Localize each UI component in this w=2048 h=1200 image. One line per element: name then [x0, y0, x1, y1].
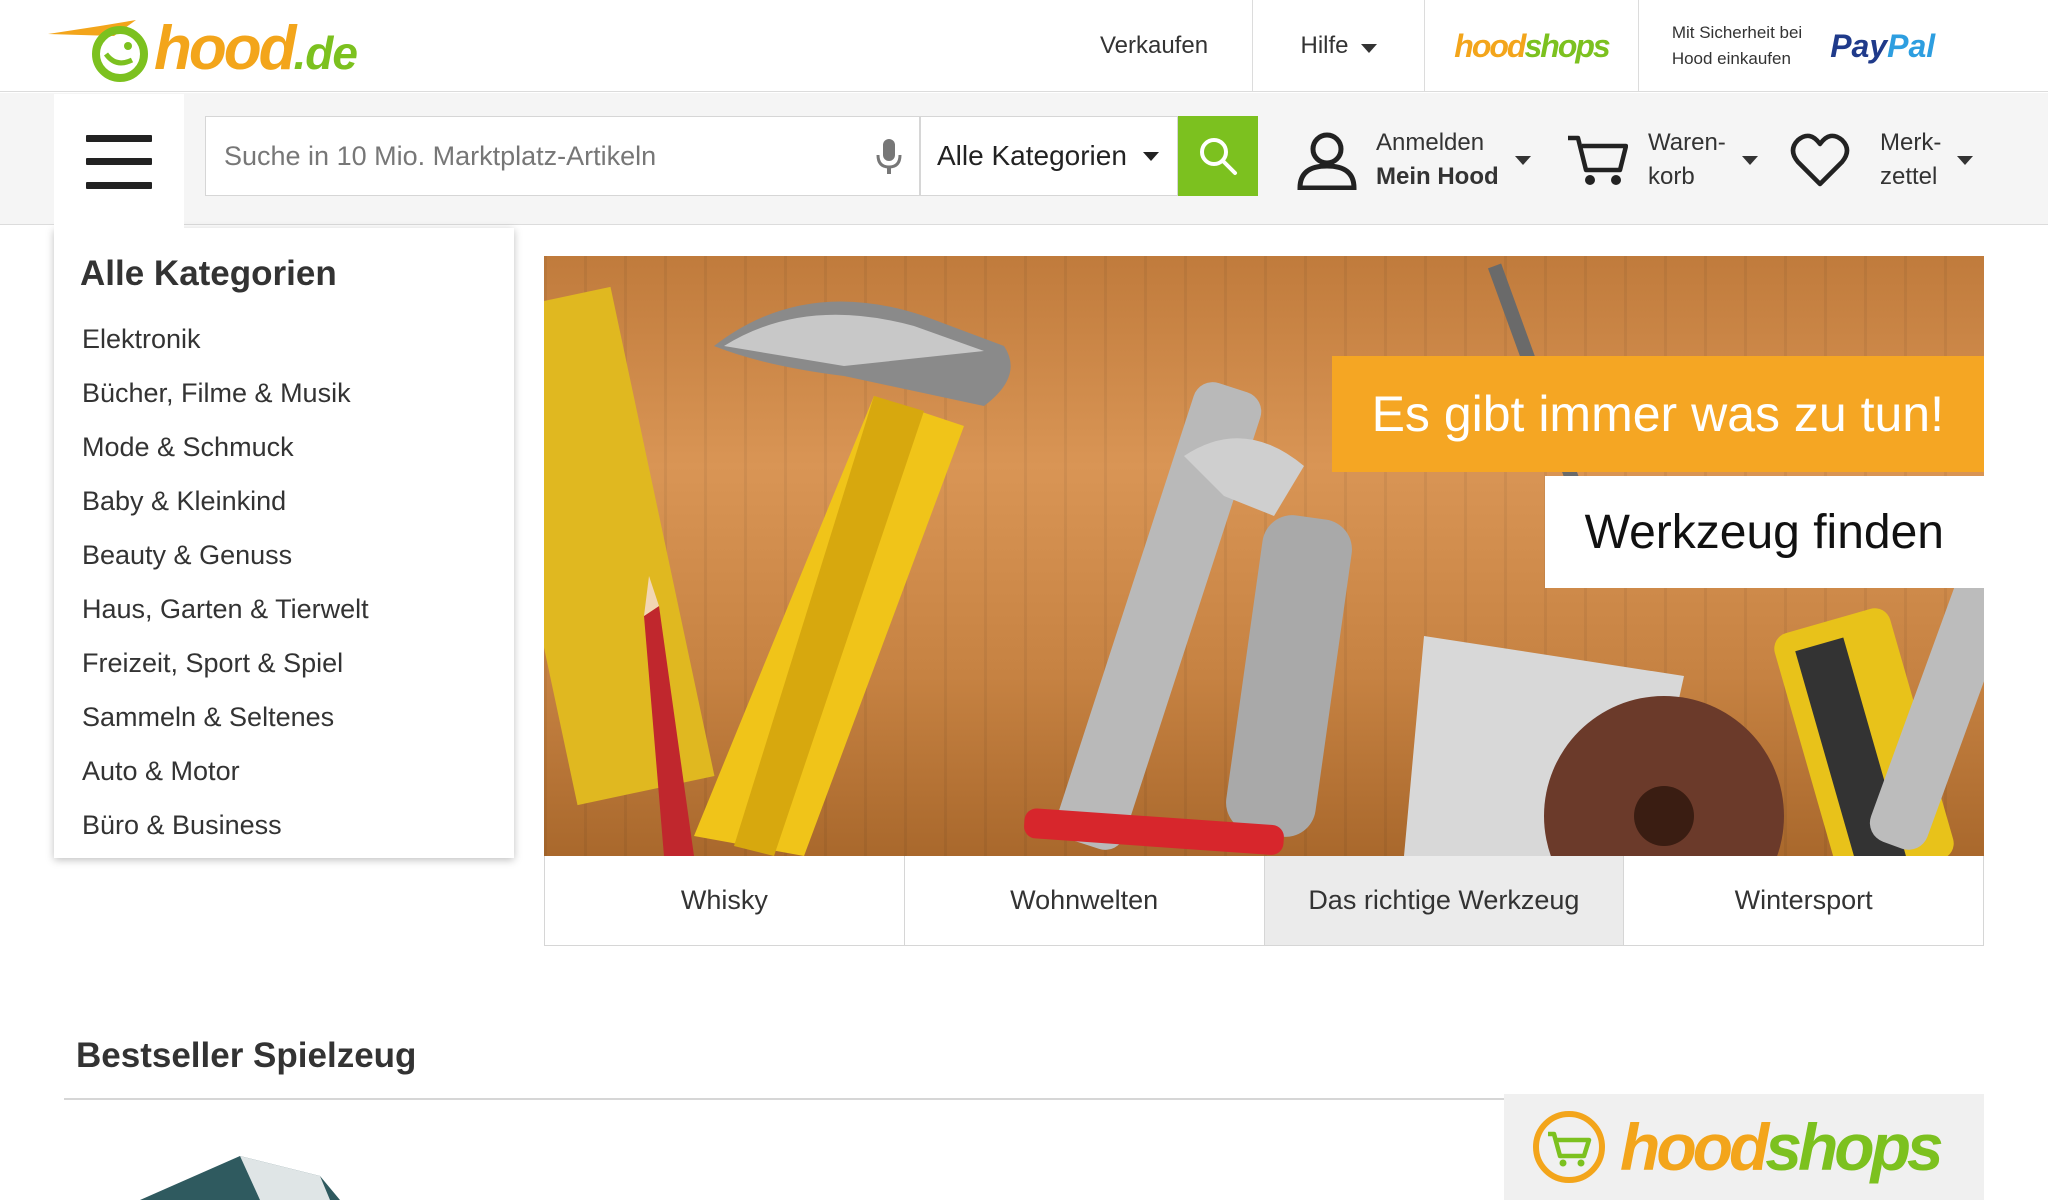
category-item[interactable]: Auto & Motor — [82, 756, 369, 810]
section-title: Bestseller Spielzeug — [76, 1036, 417, 1075]
category-list: Elektronik Bücher, Filme & Musik Mode & … — [82, 324, 369, 864]
hoodshops-logo: hoodshops — [1454, 27, 1610, 64]
category-panel-title: Alle Kategorien — [80, 254, 337, 293]
hero-headline: Es gibt immer was zu tun! — [1331, 356, 1984, 472]
category-select[interactable]: Alle Kategorien — [920, 116, 1178, 196]
section-divider — [64, 1098, 1504, 1100]
category-item[interactable]: Elektronik — [82, 324, 369, 378]
search-icon — [1200, 138, 1237, 175]
logo-wordmark: hood.de — [154, 14, 358, 83]
wishlist-label-line2: zettel — [1880, 163, 1938, 190]
product-image[interactable] — [140, 1156, 340, 1200]
category-item[interactable]: Beauty & Genuss — [82, 540, 369, 594]
tab-whisky[interactable]: Whisky — [545, 856, 905, 945]
top-header: hood.de Verkaufen Hilfe hoodshops Mit Si… — [0, 0, 2048, 92]
hero-banner[interactable]: Es gibt immer was zu tun! Werkzeug finde… — [544, 256, 1984, 856]
hood-mascot-icon — [48, 20, 148, 82]
category-item[interactable]: Sammeln & Seltenes — [82, 702, 369, 756]
cart-label-line2: korb — [1648, 163, 1695, 190]
search-input[interactable] — [224, 117, 844, 195]
wishlist-label-line1: Merk- — [1880, 129, 1942, 156]
cart-label-line1: Waren- — [1648, 129, 1726, 156]
category-item[interactable]: Haus, Garten & Tierwelt — [82, 594, 369, 648]
cart-icon — [1568, 135, 1628, 185]
tab-wohnwelten[interactable]: Wohnwelten — [905, 856, 1265, 945]
heart-icon — [1790, 133, 1850, 187]
wishlist-menu[interactable]: Merk- zettel — [1790, 116, 1974, 204]
menu-button[interactable] — [54, 94, 184, 229]
search-box — [205, 116, 920, 196]
user-icon — [1297, 132, 1357, 190]
sell-link-label: Verkaufen — [1099, 32, 1209, 59]
hero-cta[interactable]: Werkzeug finden — [1544, 476, 1984, 588]
category-dropdown: Alle Kategorien Elektronik Bücher, Filme… — [54, 228, 514, 858]
category-item[interactable]: Freizeit, Sport & Spiel — [82, 648, 369, 702]
hero-tabs: Whisky Wohnwelten Das richtige Werkzeug … — [544, 856, 1984, 946]
paypal-logo: PayPal — [1830, 27, 1936, 64]
tab-wintersport[interactable]: Wintersport — [1624, 856, 1983, 945]
cart-menu[interactable]: Waren- korb — [1566, 116, 1758, 204]
chevron-down-icon — [1142, 151, 1159, 161]
hamburger-icon — [86, 134, 152, 189]
paypal-line1: Mit Sicherheit bei — [1671, 23, 1803, 42]
hood-logo[interactable]: hood.de — [44, 16, 374, 82]
category-select-label: Alle Kategorien — [937, 140, 1127, 171]
my-hood-label: Mein Hood — [1376, 163, 1499, 190]
account-menu[interactable]: Anmelden Mein Hood — [1296, 116, 1531, 204]
hoodshops-promo-logo: hoodshops — [1620, 1110, 1944, 1184]
paypal-text: Mit Sicherheit bei Hood einkaufen — [1672, 20, 1802, 72]
tab-werkzeug[interactable]: Das richtige Werkzeug — [1264, 856, 1625, 945]
chevron-down-icon — [1360, 43, 1377, 53]
help-menu[interactable]: Hilfe — [1252, 0, 1424, 92]
category-item[interactable]: Mode & Schmuck — [82, 432, 369, 486]
chevron-down-icon — [1741, 155, 1758, 165]
chevron-down-icon — [1514, 155, 1531, 165]
hoodshops-link[interactable]: hoodshops — [1424, 0, 1638, 92]
search-button[interactable] — [1178, 116, 1258, 196]
cart-circle-icon — [1533, 1111, 1605, 1183]
category-item[interactable]: Büro & Business — [82, 810, 369, 864]
chevron-down-icon — [1957, 155, 1974, 165]
hoodshops-promo[interactable]: hoodshops — [1504, 1094, 1984, 1200]
sell-link[interactable]: Verkaufen — [1056, 0, 1252, 92]
paypal-line2: Hood einkaufen — [1671, 49, 1791, 68]
login-label: Anmelden — [1376, 129, 1485, 156]
microphone-icon[interactable] — [874, 137, 904, 177]
category-item[interactable]: Bücher, Filme & Musik — [82, 378, 369, 432]
paypal-link[interactable]: Mit Sicherheit bei Hood einkaufen PayPal — [1638, 0, 1968, 92]
help-menu-label: Hilfe — [1300, 32, 1349, 59]
category-item[interactable]: Baby & Kleinkind — [82, 486, 369, 540]
